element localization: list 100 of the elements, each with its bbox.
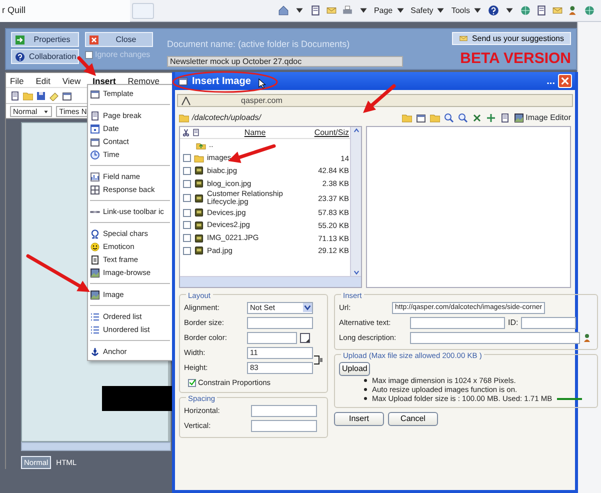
form-icon: [90, 184, 100, 194]
folder-icon: [194, 154, 204, 163]
dialog-title: Insert Image: [192, 74, 251, 88]
bullet-icon: [364, 379, 367, 382]
horizontal-scrollbar[interactable]: [180, 276, 361, 287]
column-header[interactable]: Name: [202, 126, 308, 138]
close-button[interactable]: [558, 74, 572, 88]
annotation-arrow: [26, 254, 90, 292]
input-field[interactable]: [251, 420, 317, 432]
cursor-icon: [258, 78, 267, 89]
help-icon: [15, 52, 25, 62]
beta-label: BETA VERSION: [460, 49, 571, 69]
menu-item[interactable]: View: [62, 75, 81, 85]
zoom-in-icon[interactable]: [444, 112, 454, 122]
suggestions-button[interactable]: Send us your suggestions: [452, 32, 571, 45]
checkbox[interactable]: [183, 246, 191, 255]
input-field[interactable]: [521, 316, 576, 328]
checkbox[interactable]: [183, 194, 191, 202]
move-icon[interactable]: [486, 112, 496, 122]
scroll-up-icon: [352, 127, 360, 134]
calendar-icon: [90, 124, 100, 134]
globe-icon[interactable]: [520, 5, 531, 16]
app-button[interactable]: Collaboration: [11, 49, 79, 64]
contact-icon: [90, 136, 100, 146]
document-name-field[interactable]: Newsletter mock up October 27.qdoc: [167, 56, 403, 66]
check-icon: [188, 379, 196, 386]
menu-item[interactable]: Remove: [128, 75, 160, 85]
checkbox[interactable]: [188, 378, 196, 387]
annotation-arrow: [363, 84, 396, 113]
smiley-icon: [90, 242, 100, 252]
envelope-icon: [458, 34, 468, 43]
toolbar-menu[interactable]: Safety: [410, 4, 446, 16]
list-icon: [90, 324, 100, 334]
delete-icon[interactable]: [472, 112, 482, 122]
window-icon[interactable]: [62, 91, 72, 101]
template-icon: [90, 88, 100, 98]
browser-tab[interactable]: r Quill: [0, 0, 130, 22]
app-button[interactable]: Close: [85, 32, 153, 47]
dropdown-icon: [303, 303, 312, 312]
input-field[interactable]: [247, 332, 297, 344]
scrollbar-track[interactable]: [577, 22, 601, 493]
close-icon: [561, 77, 569, 85]
checkbox[interactable]: [183, 208, 191, 217]
toolbar-menu[interactable]: Tools: [451, 4, 483, 16]
vertical-scrollbar[interactable]: [350, 127, 361, 276]
upload-button[interactable]: Upload: [339, 362, 370, 376]
picture-icon: [514, 112, 524, 122]
anchor-icon: [90, 346, 100, 356]
checkbox[interactable]: [183, 166, 191, 175]
image-editor-button[interactable]: Image Editor: [514, 112, 571, 124]
menu-item[interactable]: Insert: [92, 75, 116, 85]
dialog-button[interactable]: Insert: [334, 412, 384, 426]
chart-icon: [90, 172, 100, 182]
checkbox[interactable]: [183, 154, 191, 162]
app-button[interactable]: Properties: [11, 32, 79, 47]
scissors-icon[interactable]: [182, 128, 190, 137]
menu-item[interactable]: Edit: [36, 75, 50, 85]
person-icon[interactable]: [583, 332, 593, 342]
address-text: qasper.com: [241, 94, 282, 106]
checkbox[interactable]: [183, 221, 191, 230]
close-icon: [89, 34, 99, 44]
tab-title: r Quill: [2, 4, 26, 17]
menu-item[interactable]: File: [10, 75, 24, 85]
input-field[interactable]: [410, 332, 580, 344]
picture-icon: [90, 268, 100, 278]
printer-icon[interactable]: [342, 5, 353, 16]
help-icon[interactable]: [488, 5, 499, 16]
window-icon: [178, 76, 188, 86]
field-label: ID:: [508, 316, 518, 328]
omega-icon: [90, 228, 100, 238]
checkbox[interactable]: [183, 234, 191, 242]
dialog-button[interactable]: Cancel: [388, 412, 438, 426]
home-icon[interactable]: [278, 5, 289, 16]
input-field[interactable]: [247, 316, 313, 328]
caret-icon: [43, 108, 50, 114]
picture-icon: [90, 290, 100, 300]
envelope-icon[interactable]: [552, 5, 563, 16]
zoom-out-icon[interactable]: [458, 112, 468, 122]
clock-icon: [90, 150, 100, 160]
save-icon[interactable]: [36, 91, 46, 101]
new-page-icon[interactable]: [10, 91, 20, 101]
color-picker-icon[interactable]: [300, 332, 310, 342]
horizontal-scrollbar[interactable]: [21, 442, 171, 451]
eraser-icon[interactable]: [49, 91, 59, 101]
feed-icon[interactable]: [310, 5, 321, 16]
folder-icon[interactable]: [430, 112, 440, 122]
toolbar-menu[interactable]: Page: [374, 4, 406, 16]
envelope-icon[interactable]: [326, 5, 337, 16]
folder-icon[interactable]: [402, 112, 412, 122]
bullet-icon: [364, 397, 367, 400]
folder-up-icon[interactable]: [196, 140, 206, 150]
input-field[interactable]: [410, 316, 505, 328]
page-break-icon: [90, 110, 100, 120]
globe-icon[interactable]: [584, 5, 595, 16]
checkbox[interactable]: [183, 180, 191, 188]
input-field[interactable]: [251, 404, 317, 417]
copy-icon[interactable]: [416, 112, 426, 122]
list-icon: [90, 312, 100, 322]
column-header[interactable]: Count/Siz: [310, 126, 350, 138]
checkbox[interactable]: [85, 51, 93, 59]
